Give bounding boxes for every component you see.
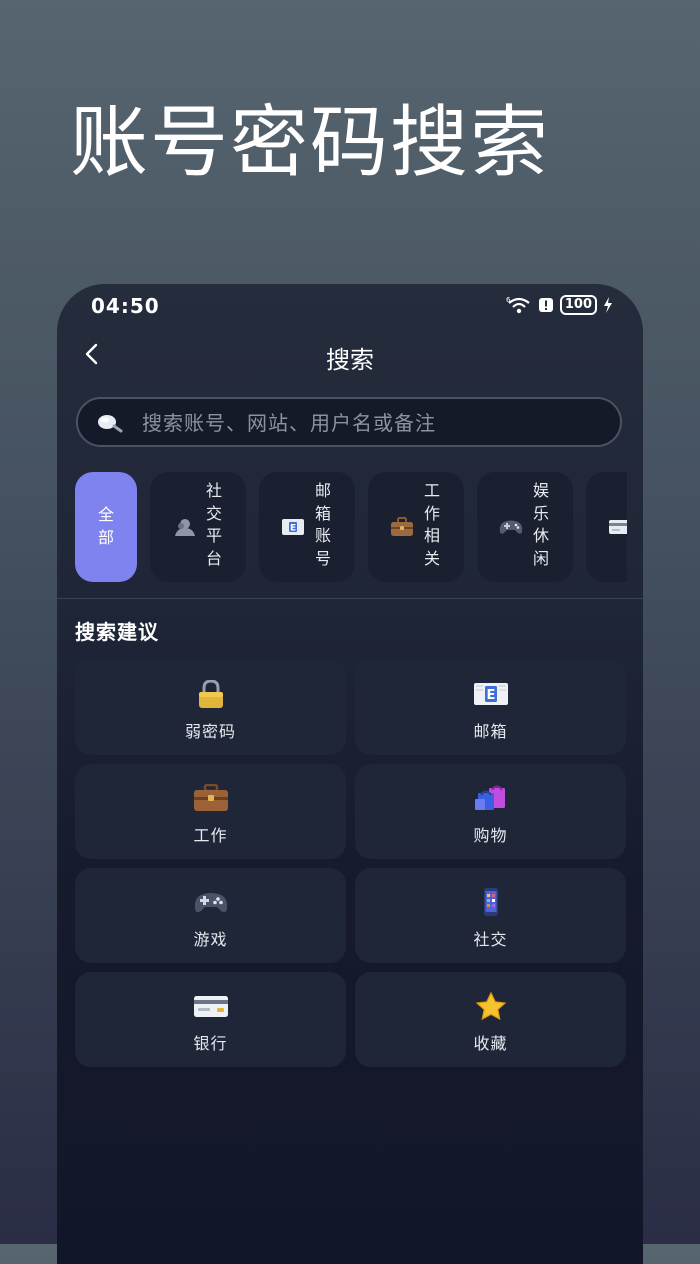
suggestion-label: 购物 xyxy=(473,826,508,845)
category-chip-work[interactable]: 工作相关 xyxy=(368,472,464,582)
page-title: 搜索 xyxy=(326,346,374,374)
suggestion-label: 社交 xyxy=(473,930,508,949)
padlock-icon xyxy=(199,680,223,708)
svg-text:6: 6 xyxy=(506,296,511,304)
suggestion-bank[interactable]: 银行 xyxy=(75,972,346,1067)
shopping-bags-icon xyxy=(475,785,505,810)
search-input[interactable] xyxy=(140,399,604,447)
suggestion-social[interactable]: 社交 xyxy=(355,868,626,963)
hero-title: 账号密码搜索 xyxy=(70,98,551,188)
suggestion-favorites[interactable]: 收藏 xyxy=(355,972,626,1067)
suggestion-shopping[interactable]: 购物 xyxy=(355,764,626,859)
category-chip-bank[interactable] xyxy=(586,472,627,582)
suggestion-label: 工作 xyxy=(193,826,228,845)
phone-icon xyxy=(484,888,498,916)
suggestion-work[interactable]: 工作 xyxy=(75,764,346,859)
category-label: 全部 xyxy=(97,505,114,547)
category-label: 娱乐休闲 xyxy=(532,481,549,568)
phone-frame: 04:50 6 100 搜索 搜索账号、网站、用户名或备注 全部 社交平台 E … xyxy=(57,284,643,1264)
section-title: 搜索建议 xyxy=(75,620,159,644)
wifi-icon: 6 xyxy=(506,296,530,314)
svg-text:E: E xyxy=(290,524,296,534)
category-label: 社交平台 xyxy=(205,481,222,568)
category-chip-social[interactable]: 社交平台 xyxy=(150,472,246,582)
category-chip-all[interactable]: 全部 xyxy=(75,472,137,582)
search-icon xyxy=(98,415,123,433)
card-icon xyxy=(194,996,228,1017)
suggestion-label: 游戏 xyxy=(193,930,228,949)
suggestion-label: 弱密码 xyxy=(184,722,236,741)
gamepad-icon xyxy=(194,893,228,913)
category-chip-entertainment[interactable]: 娱乐休闲 xyxy=(477,472,573,582)
charging-icon xyxy=(604,297,612,313)
card-icon xyxy=(609,520,627,534)
suggestion-label: 银行 xyxy=(193,1034,228,1053)
person-icon xyxy=(175,519,195,536)
star-icon xyxy=(475,992,507,1020)
briefcase-icon xyxy=(194,784,228,811)
divider xyxy=(57,598,643,599)
nav-bar: 搜索 xyxy=(57,330,643,378)
category-chip-email[interactable]: E 邮箱账号 xyxy=(259,472,355,582)
battery-indicator: 100 xyxy=(559,295,597,315)
suggestion-label: 收藏 xyxy=(473,1034,508,1053)
category-label: 工作相关 xyxy=(423,481,440,568)
briefcase-icon xyxy=(391,517,413,536)
email-icon: E xyxy=(474,683,508,705)
status-time: 04:50 xyxy=(91,294,160,318)
status-icons: 6 100 xyxy=(506,295,613,315)
alert-icon xyxy=(538,298,553,312)
search-box[interactable] xyxy=(76,397,622,447)
suggestion-email[interactable]: E 邮箱 xyxy=(355,660,626,755)
status-bar: 04:50 6 100 xyxy=(57,284,643,328)
svg-text:E: E xyxy=(487,688,496,703)
suggestion-label: 邮箱 xyxy=(473,722,508,741)
category-strip: 全部 社交平台 E 邮箱账号 工作相关 娱乐休闲 xyxy=(75,472,627,584)
suggestion-weak-password[interactable]: 弱密码 xyxy=(75,660,346,755)
email-icon: E xyxy=(282,519,304,535)
suggestion-games[interactable]: 游戏 xyxy=(75,868,346,963)
category-label: 邮箱账号 xyxy=(314,481,331,568)
gamepad-icon xyxy=(499,520,523,534)
